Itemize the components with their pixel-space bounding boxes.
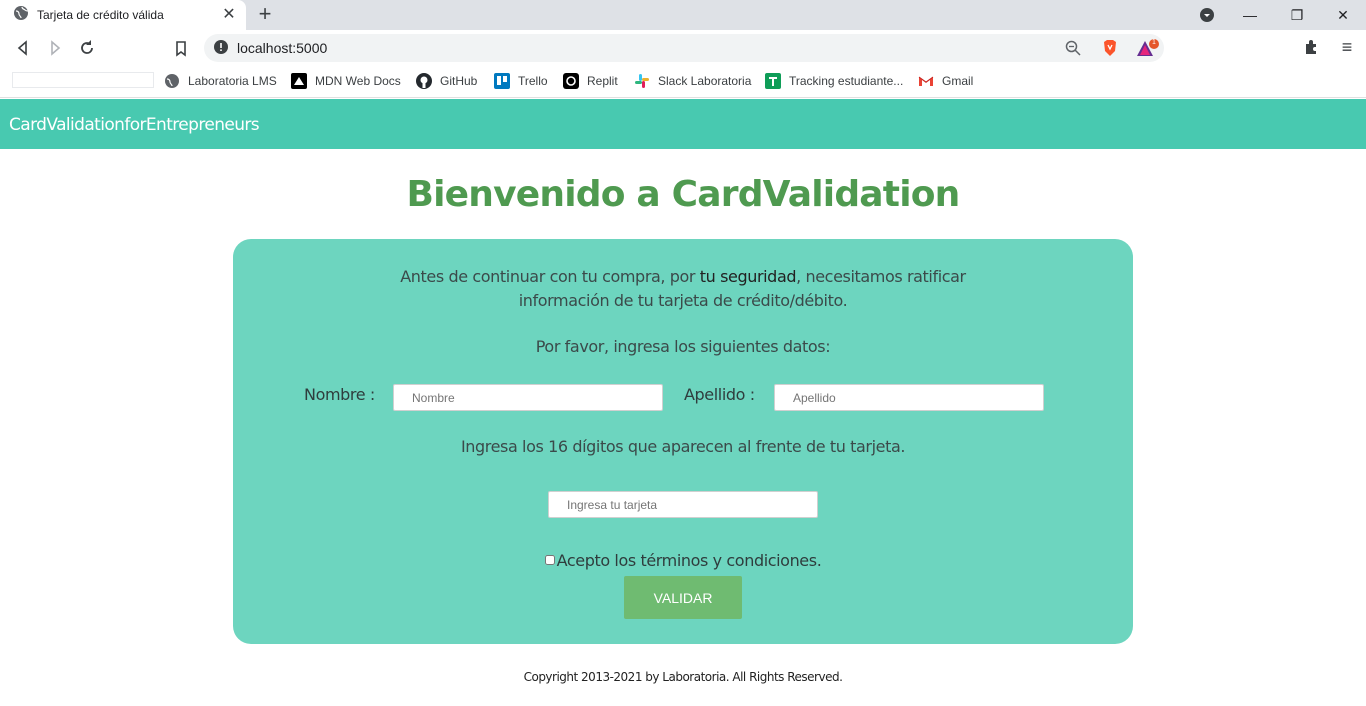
bookmark-mdn[interactable]: MDN Web Docs — [291, 72, 401, 90]
new-tab-button[interactable]: + — [254, 3, 276, 26]
bookmark-tracking[interactable]: Tracking estudiante... — [765, 72, 903, 90]
rewards-badge: 1 — [1152, 39, 1156, 46]
browser-tab[interactable]: Tarjeta de crédito válida ✕ — [0, 0, 246, 30]
card-digits-instruction: Ingresa los 16 dígitos que aparecen al f… — [460, 437, 906, 456]
tab-strip: Tarjeta de crédito válida ✕ + — ❐ ✕ — [0, 0, 1366, 30]
intro-text: Antes de continuar con tu compra, por tu… — [233, 265, 1133, 313]
bookmark-github[interactable]: GitHub — [416, 72, 477, 90]
intro-text-end: , necesitamos ratificar — [796, 267, 966, 286]
tab-title: Tarjeta de crédito válida — [37, 8, 164, 22]
replit-icon — [563, 73, 579, 89]
brave-rewards-icon[interactable]: 1 — [1136, 39, 1159, 57]
bookmark-slack[interactable]: Slack Laboratoria — [634, 72, 751, 90]
nombre-label: Nombre : — [304, 385, 375, 404]
validate-button[interactable]: VALIDAR — [624, 576, 742, 619]
globe-icon — [164, 73, 180, 89]
apellido-input[interactable] — [774, 384, 1044, 411]
url-text: localhost:5000 — [237, 40, 328, 56]
page-title: Bienvenido a CardValidation — [406, 174, 960, 215]
card-number-input[interactable] — [548, 491, 818, 518]
bookmark-trello[interactable]: Trello — [494, 72, 548, 90]
site-navbar: CardValidationforEntrepreneurs — [0, 99, 1366, 149]
minimize-button[interactable]: — — [1239, 4, 1261, 26]
terms-label: Acepto los términos y condiciones. — [556, 551, 822, 570]
bookmark-label: Gmail — [942, 74, 974, 88]
close-tab-icon[interactable]: ✕ — [220, 6, 238, 24]
footer-copyright: Copyright 2013-2021 by Laboratoria. All … — [523, 670, 843, 684]
bookmark-replit[interactable]: Replit — [563, 72, 618, 90]
trello-icon — [494, 73, 510, 89]
info-icon[interactable] — [213, 39, 231, 57]
bookmark-label: MDN Web Docs — [315, 74, 401, 88]
sheets-icon — [765, 73, 781, 89]
bookmark-gmail[interactable]: Gmail — [918, 72, 973, 90]
bookmark-label: GitHub — [440, 74, 478, 88]
back-button[interactable] — [12, 37, 34, 59]
bookmark-label: Slack Laboratoria — [658, 74, 752, 88]
bookmark-label: Trello — [518, 74, 548, 88]
intro-text-line2: información de tu tarjeta de crédito/déb… — [518, 291, 848, 310]
terms-row: Acepto los términos y condiciones. — [233, 551, 1133, 570]
slack-icon — [634, 73, 650, 89]
nombre-input[interactable] — [393, 384, 663, 411]
globe-icon — [13, 5, 29, 26]
validation-card: Antes de continuar con tu compra, por tu… — [233, 239, 1133, 644]
extensions-icon[interactable] — [1302, 37, 1324, 59]
bookmarks-bar: Laboratoria LMS MDN Web Docs GitHub Trel… — [0, 66, 1366, 98]
zoom-icon[interactable] — [1064, 39, 1082, 57]
bookmark-label: Tracking estudiante... — [789, 74, 904, 88]
mdn-icon — [291, 73, 307, 89]
form-prompt: Por favor, ingresa los siguientes datos: — [535, 337, 831, 356]
bookmark-label: Laboratoria LMS — [188, 74, 277, 88]
tab-search-icon[interactable] — [1196, 4, 1218, 26]
address-bar[interactable]: localhost:5000 1 — [204, 34, 1164, 62]
reload-button[interactable] — [76, 37, 98, 59]
terms-checkbox[interactable] — [544, 555, 555, 565]
bookmark-icon[interactable] — [170, 37, 192, 59]
github-icon — [416, 73, 432, 89]
intro-text-start: Antes de continuar con tu compra, por — [400, 267, 700, 286]
restore-button[interactable]: ❐ — [1286, 4, 1308, 26]
site-brand[interactable]: CardValidationforEntrepreneurs — [9, 115, 260, 135]
bookmark-label: Replit — [587, 74, 618, 88]
menu-icon[interactable]: ≡ — [1336, 37, 1358, 59]
bookmark-blank[interactable] — [12, 72, 154, 88]
forward-button[interactable] — [44, 37, 66, 59]
bookmark-laboratoria-lms[interactable]: Laboratoria LMS — [164, 72, 277, 90]
apellido-label: Apellido : — [684, 385, 755, 404]
gmail-icon — [918, 73, 934, 89]
intro-emphasis: tu seguridad — [699, 267, 797, 286]
browser-toolbar: localhost:5000 1 ≡ — [0, 30, 1366, 66]
brave-shield-icon[interactable] — [1101, 39, 1119, 57]
close-window-button[interactable]: ✕ — [1332, 4, 1354, 26]
